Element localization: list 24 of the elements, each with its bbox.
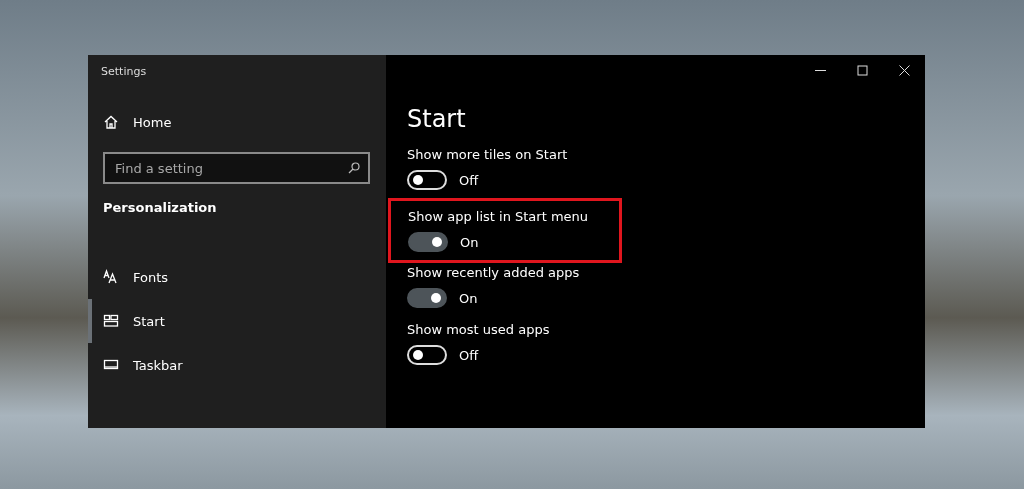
section-heading: Personalization: [102, 199, 218, 217]
sidebar-item[interactable]: Fonts: [88, 255, 370, 299]
setting-label: Show more tiles on Start: [407, 147, 569, 162]
start-layout-icon: [103, 313, 119, 329]
page-title: Start: [406, 104, 467, 135]
toggle-switch[interactable]: [408, 232, 448, 252]
sidebar-item[interactable]: Start: [88, 299, 370, 343]
setting-label: Show most used apps: [407, 322, 551, 337]
home-icon: [103, 114, 119, 130]
maximize-icon: [856, 64, 868, 76]
toggle-state: On: [459, 290, 478, 306]
setting-label: Show recently added apps: [407, 265, 581, 280]
search-field[interactable]: Find a setting: [103, 152, 370, 184]
sidebar-item[interactable]: Taskbar: [88, 343, 370, 387]
setting-label: Show app list in Start menu: [408, 209, 590, 224]
toggle-state: On: [460, 234, 479, 250]
home-link[interactable]: Home: [88, 100, 370, 144]
close-icon: [898, 64, 910, 76]
window-title: Settings: [100, 64, 148, 80]
search-icon: [348, 162, 360, 174]
font-icon: [103, 269, 119, 285]
toggle-state: Off: [459, 172, 479, 188]
toggle-switch[interactable]: [407, 288, 447, 308]
toggle-state: Off: [459, 347, 479, 363]
